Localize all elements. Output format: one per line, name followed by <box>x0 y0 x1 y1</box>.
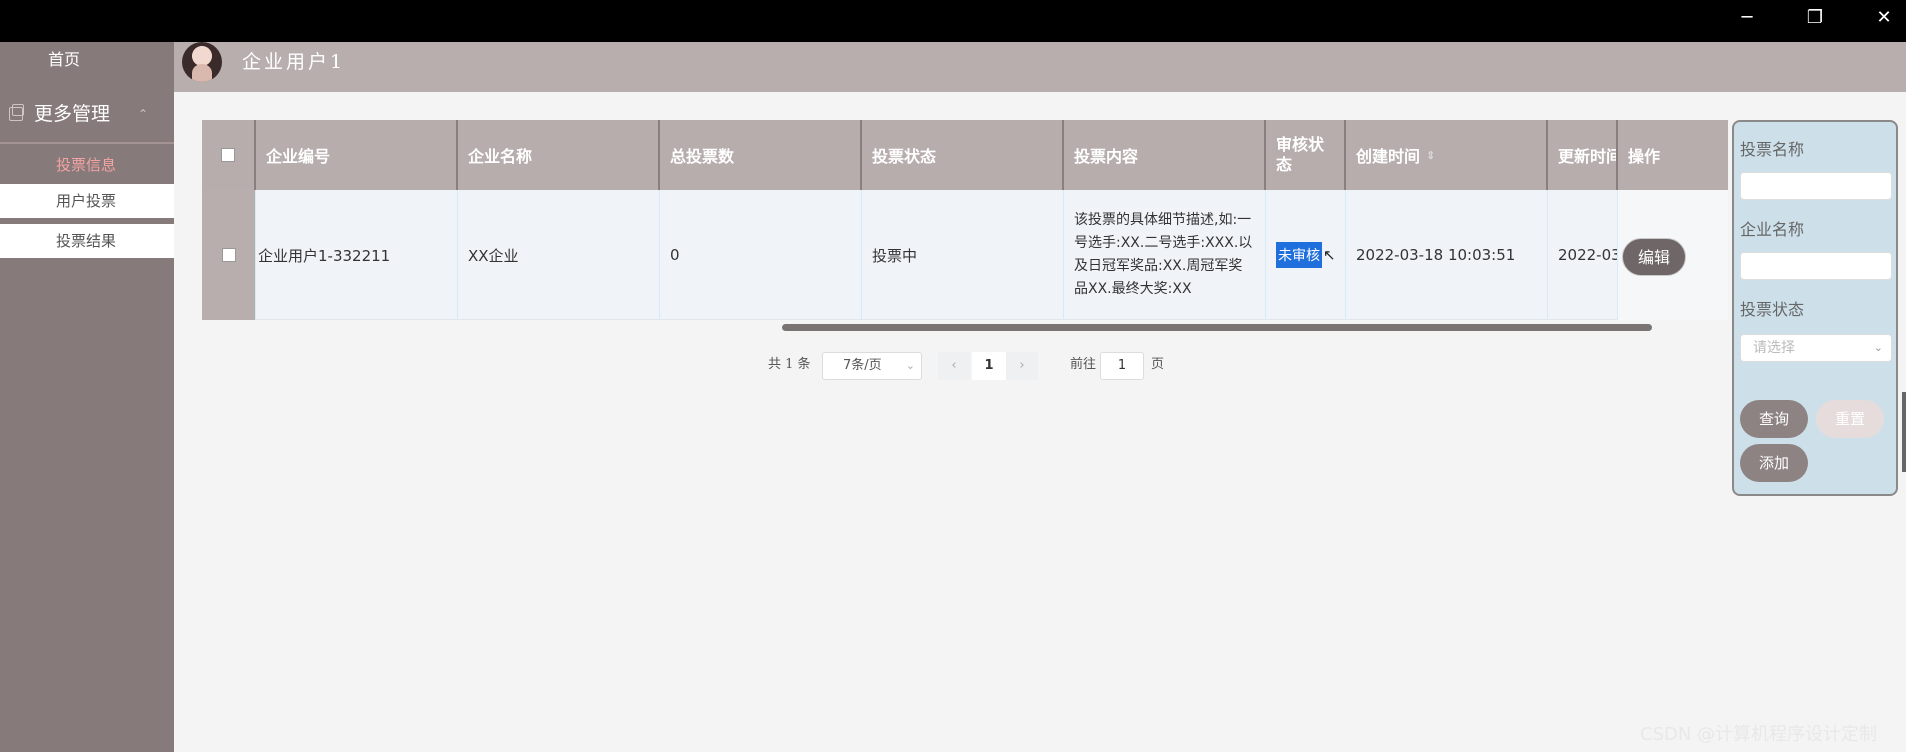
select-all-checkbox-cell <box>202 120 256 190</box>
query-button[interactable]: 查询 <box>1740 400 1808 438</box>
page-title: 企业用户1 <box>242 51 346 73</box>
next-page-button[interactable]: › <box>1006 352 1038 380</box>
vote-name-input[interactable] <box>1740 172 1892 200</box>
chevron-up-icon: ⌃ <box>138 107 149 121</box>
sort-icon[interactable]: ⇕ <box>1426 149 1435 162</box>
cell-vote-status: 投票中 <box>862 190 1064 320</box>
page-size-select[interactable]: 7条/页 ⌄ <box>822 352 922 380</box>
status-badge: 未审核 <box>1276 242 1322 268</box>
vote-status-label: 投票状态 <box>1740 300 1805 319</box>
column-header-vote-status[interactable]: 投票状态 <box>862 120 1064 190</box>
column-header-company-code[interactable]: 企业编号 <box>256 120 458 190</box>
search-panel: 投票名称 企业名称 投票状态 请选择 ⌄ 查询 重置 添加 <box>1732 120 1898 496</box>
cell-company-name: XX企业 <box>458 190 660 320</box>
edit-button[interactable]: 编辑 <box>1622 238 1686 276</box>
sidebar-item-home[interactable]: 首页 <box>0 42 174 78</box>
close-icon[interactable]: ✕ <box>1866 4 1902 32</box>
sidebar-group-more-management[interactable]: 更多管理 ⌃ <box>0 92 174 136</box>
prev-page-button[interactable]: ‹ <box>938 352 970 380</box>
reset-button[interactable]: 重置 <box>1816 400 1884 438</box>
created-time-label: 创建时间 <box>1356 147 1421 166</box>
column-header-company-name[interactable]: 企业名称 <box>458 120 660 190</box>
data-table: 企业编号 企业名称 总投票数 投票状态 投票内容 审核状态 创建时间 ⇕ 更新时… <box>202 120 1728 326</box>
sidebar-item-vote-result[interactable]: 投票结果 <box>0 224 174 258</box>
page-suffix-label: 页 <box>1151 357 1165 372</box>
column-header-created-time[interactable]: 创建时间 ⇕ <box>1346 120 1548 190</box>
row-checkbox-cell <box>202 190 256 320</box>
cell-total-votes: 0 <box>660 190 862 320</box>
sidebar-divider <box>0 142 174 144</box>
copy-icon <box>9 104 24 121</box>
vote-status-select[interactable]: 请选择 ⌄ <box>1740 334 1892 362</box>
pagination: 共 1 条 7条/页 ⌄ ‹ 1 › 前往 1 页 <box>760 350 1180 380</box>
chevron-down-icon: ⌄ <box>1873 341 1883 354</box>
table-header-row: 企业编号 企业名称 总投票数 投票状态 投票内容 审核状态 创建时间 ⇕ 更新时… <box>202 120 1728 190</box>
cell-created-time: 2022-03-18 10:03:51 <box>1346 190 1548 320</box>
goto-page-input[interactable]: 1 <box>1100 352 1144 380</box>
select-all-checkbox[interactable] <box>221 148 235 162</box>
pagination-total: 共 1 条 <box>768 357 811 372</box>
page-size-value: 7条/页 <box>843 358 882 373</box>
column-header-actions: 操作 <box>1628 147 1661 166</box>
cell-vote-content: 该投票的具体细节描述,如:一号选手:XX.二号选手:XXX.以及日冠军奖品:XX… <box>1064 190 1266 320</box>
window-titlebar: ─ ❐ ✕ <box>0 0 1906 42</box>
sidebar-item-vote-info[interactable]: 投票信息 <box>0 148 174 182</box>
column-header-vote-content[interactable]: 投票内容 <box>1064 120 1266 190</box>
cursor-icon: ↖ <box>1323 246 1336 264</box>
chevron-down-icon: ⌄ <box>905 359 915 372</box>
sidebar-item-user-vote[interactable]: 用户投票 <box>0 184 174 218</box>
avatar[interactable] <box>182 42 222 82</box>
watermark: CSDN @计算机程序设计定制 <box>1640 724 1878 745</box>
sidebar-group-label: 更多管理 <box>34 103 111 125</box>
current-page[interactable]: 1 <box>972 352 1006 380</box>
company-name-input[interactable] <box>1740 252 1892 280</box>
vertical-scrollbar[interactable] <box>1902 392 1906 472</box>
vote-status-placeholder: 请选择 <box>1753 340 1795 356</box>
goto-label: 前往 <box>1070 357 1097 372</box>
company-name-label: 企业名称 <box>1740 220 1805 239</box>
cell-company-code: 企业用户1-332211 <box>256 190 458 320</box>
column-header-updated-time[interactable]: 更新时间 <box>1548 120 1618 190</box>
add-button[interactable]: 添加 <box>1740 444 1808 482</box>
cell-updated-time: 2022-03 <box>1548 190 1618 320</box>
vote-name-label: 投票名称 <box>1740 140 1805 159</box>
minimize-icon[interactable]: ─ <box>1729 4 1765 32</box>
column-header-total-votes[interactable]: 总投票数 <box>660 120 862 190</box>
row-checkbox[interactable] <box>221 248 236 262</box>
top-header: 企业用户1 <box>174 42 1906 92</box>
cell-review-status: 未审核 ↖ <box>1266 190 1346 320</box>
sidebar: 首页 更多管理 ⌃ 投票信息 用户投票 投票结果 <box>0 42 174 752</box>
table-row: 企业用户1-332211 XX企业 0 投票中 该投票的具体细节描述,如:一号选… <box>202 190 1728 320</box>
horizontal-scrollbar[interactable] <box>782 324 1652 331</box>
column-header-review-status[interactable]: 审核状态 <box>1266 120 1346 190</box>
restore-icon[interactable]: ❐ <box>1797 4 1833 32</box>
